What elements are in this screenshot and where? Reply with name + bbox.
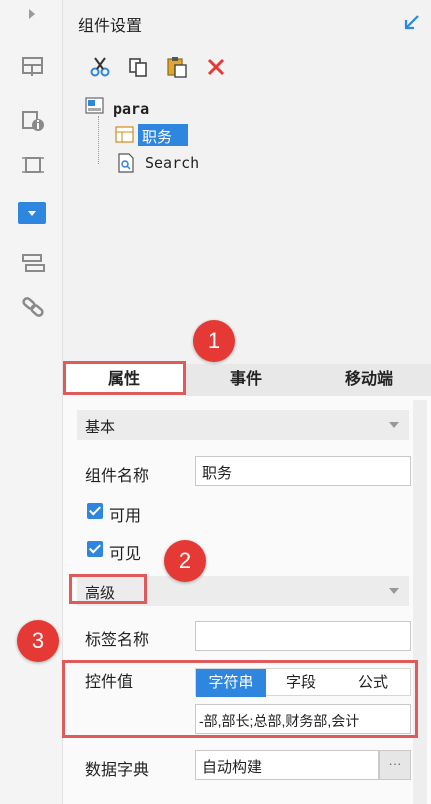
tree-connector (98, 116, 100, 164)
tree-node-selected[interactable]: 职务 (138, 124, 188, 146)
left-icon-strip (0, 0, 63, 804)
layout-icon[interactable] (20, 54, 46, 80)
panel-stack-icon[interactable] (20, 250, 46, 276)
name-input[interactable]: 职务 (195, 456, 411, 486)
section-basic[interactable]: 基本 (77, 410, 409, 440)
arrow-down-left-icon[interactable] (403, 13, 421, 31)
dropdown-widget-icon[interactable] (18, 202, 46, 224)
dict-more-button[interactable]: ··· (379, 750, 411, 780)
enabled-checkbox[interactable] (87, 503, 103, 519)
badge-3: 3 (17, 620, 59, 662)
badge-2: 2 (164, 540, 206, 582)
chevron-down-icon (389, 422, 399, 428)
chevron-down-icon (389, 588, 399, 594)
para-node-icon (85, 97, 104, 114)
copy-icon[interactable] (127, 56, 149, 78)
delete-icon[interactable] (206, 57, 226, 77)
enabled-label: 可用 (109, 508, 142, 525)
section-basic-label: 基本 (85, 419, 116, 436)
dict-select[interactable]: 自动构建 (195, 750, 379, 780)
search-node-icon (118, 153, 134, 173)
paste-icon[interactable] (165, 55, 189, 79)
tree-node-zhiwu-label: 职务 (142, 129, 173, 146)
panel-header: 组件设置 (63, 0, 431, 44)
frame-icon[interactable] (20, 152, 46, 178)
panel-title: 组件设置 (78, 18, 143, 35)
highlight-properties-tab (63, 361, 186, 395)
table-node-icon (115, 126, 134, 143)
visible-label: 可见 (109, 546, 142, 563)
link-icon[interactable] (20, 294, 46, 320)
highlight-advanced-section (69, 574, 147, 604)
tab-mobile[interactable]: 移动端 (307, 364, 431, 396)
name-label: 组件名称 (85, 468, 150, 485)
visible-checkbox[interactable] (87, 541, 103, 557)
badge-1: 1 (193, 320, 235, 362)
tree-node-para[interactable]: para (113, 100, 149, 118)
form-info-icon[interactable] (20, 108, 46, 134)
dict-label: 数据字典 (85, 762, 150, 779)
tag-label: 标签名称 (85, 632, 150, 649)
tag-input[interactable] (195, 621, 411, 651)
highlight-control-value (62, 660, 418, 738)
tree-node-search[interactable]: Search (145, 154, 199, 172)
panel-scrollbar[interactable] (413, 400, 427, 804)
component-tree-zone: para 职务 Search (63, 44, 431, 364)
tab-events[interactable]: 事件 (185, 364, 307, 396)
expand-arrow-icon[interactable] (24, 6, 40, 22)
cut-icon[interactable] (89, 56, 111, 78)
